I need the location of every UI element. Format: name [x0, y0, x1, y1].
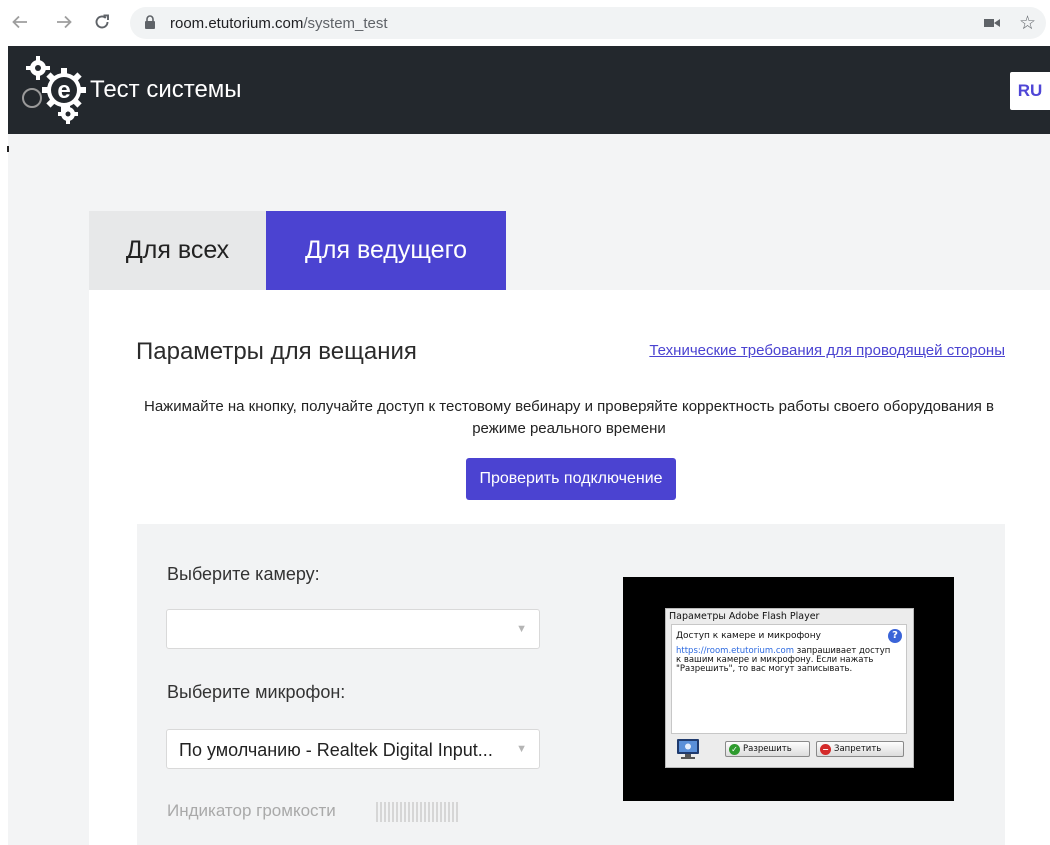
description-text: Нажимайте на кнопку, получайте доступ к … [144, 398, 994, 437]
tab-for-all[interactable]: Для всех [89, 211, 266, 290]
deny-icon: − [820, 743, 831, 755]
forward-icon[interactable] [50, 8, 78, 36]
microphone-select[interactable]: По умолчанию - Realtek Digital Input... … [166, 729, 540, 769]
language-button[interactable]: RU [1010, 72, 1050, 110]
flash-permission-dialog: Параметры Adobe Flash Player Доступ к ка… [665, 608, 914, 768]
check-icon: ✓ [729, 743, 740, 755]
camera-preview: Параметры Adobe Flash Player Доступ к ка… [623, 577, 954, 801]
back-icon[interactable] [6, 8, 34, 36]
monitor-icon[interactable] [676, 738, 700, 760]
volume-indicator-bars [376, 802, 458, 822]
gears-logo-icon: e [22, 56, 86, 124]
edge-marker [7, 146, 9, 152]
site-title: Тест системы [90, 76, 242, 103]
flash-dialog-text: https://room.etutorium.com запрашивает д… [676, 646, 891, 674]
check-connection-button[interactable]: Проверить подключение [466, 458, 676, 500]
deny-button[interactable]: − Запретить [816, 741, 904, 757]
chevron-down-icon: ▼ [516, 743, 527, 755]
volume-indicator-label: Индикатор громкости [167, 801, 336, 820]
camera-label: Выберите камеру: [167, 564, 320, 584]
camera-icon[interactable] [984, 16, 1000, 34]
microphone-label: Выберите микрофон: [167, 682, 346, 702]
help-icon[interactable]: ? [888, 629, 902, 643]
chevron-down-icon: ▼ [516, 623, 527, 635]
flash-dialog-heading: Доступ к камере и микрофону [676, 631, 821, 641]
allow-button[interactable]: ✓ Разрешить [725, 741, 810, 757]
tab-for-host[interactable]: Для ведущего [266, 211, 506, 290]
section-title: Параметры для вещания [136, 338, 417, 365]
requirements-link[interactable]: Технические требования для проводящей ст… [649, 342, 1005, 359]
lock-icon [144, 15, 156, 35]
browser-toolbar: room.etutorium.com/system_test ☆ [0, 0, 1050, 46]
site-header: e Тест системы RU [8, 46, 1050, 134]
camera-select[interactable]: ▼ [166, 609, 540, 649]
main-card: Параметры для вещания Технические требов… [89, 290, 1050, 845]
device-settings-panel: Выберите камеру: ▼ Выберите микрофон: По… [137, 524, 1005, 845]
flash-dialog-body: Доступ к камере и микрофону ? https://ro… [671, 624, 907, 734]
reload-icon[interactable] [88, 8, 116, 36]
svg-text:e: e [57, 77, 70, 104]
flash-dialog-title: Параметры Adobe Flash Player [669, 611, 820, 622]
address-bar[interactable]: room.etutorium.com/system_test ☆ [130, 7, 1046, 39]
address-url: room.etutorium.com/system_test [170, 15, 388, 32]
star-icon[interactable]: ☆ [1019, 12, 1036, 35]
microphone-select-value: По умолчанию - Realtek Digital Input... [179, 740, 493, 760]
